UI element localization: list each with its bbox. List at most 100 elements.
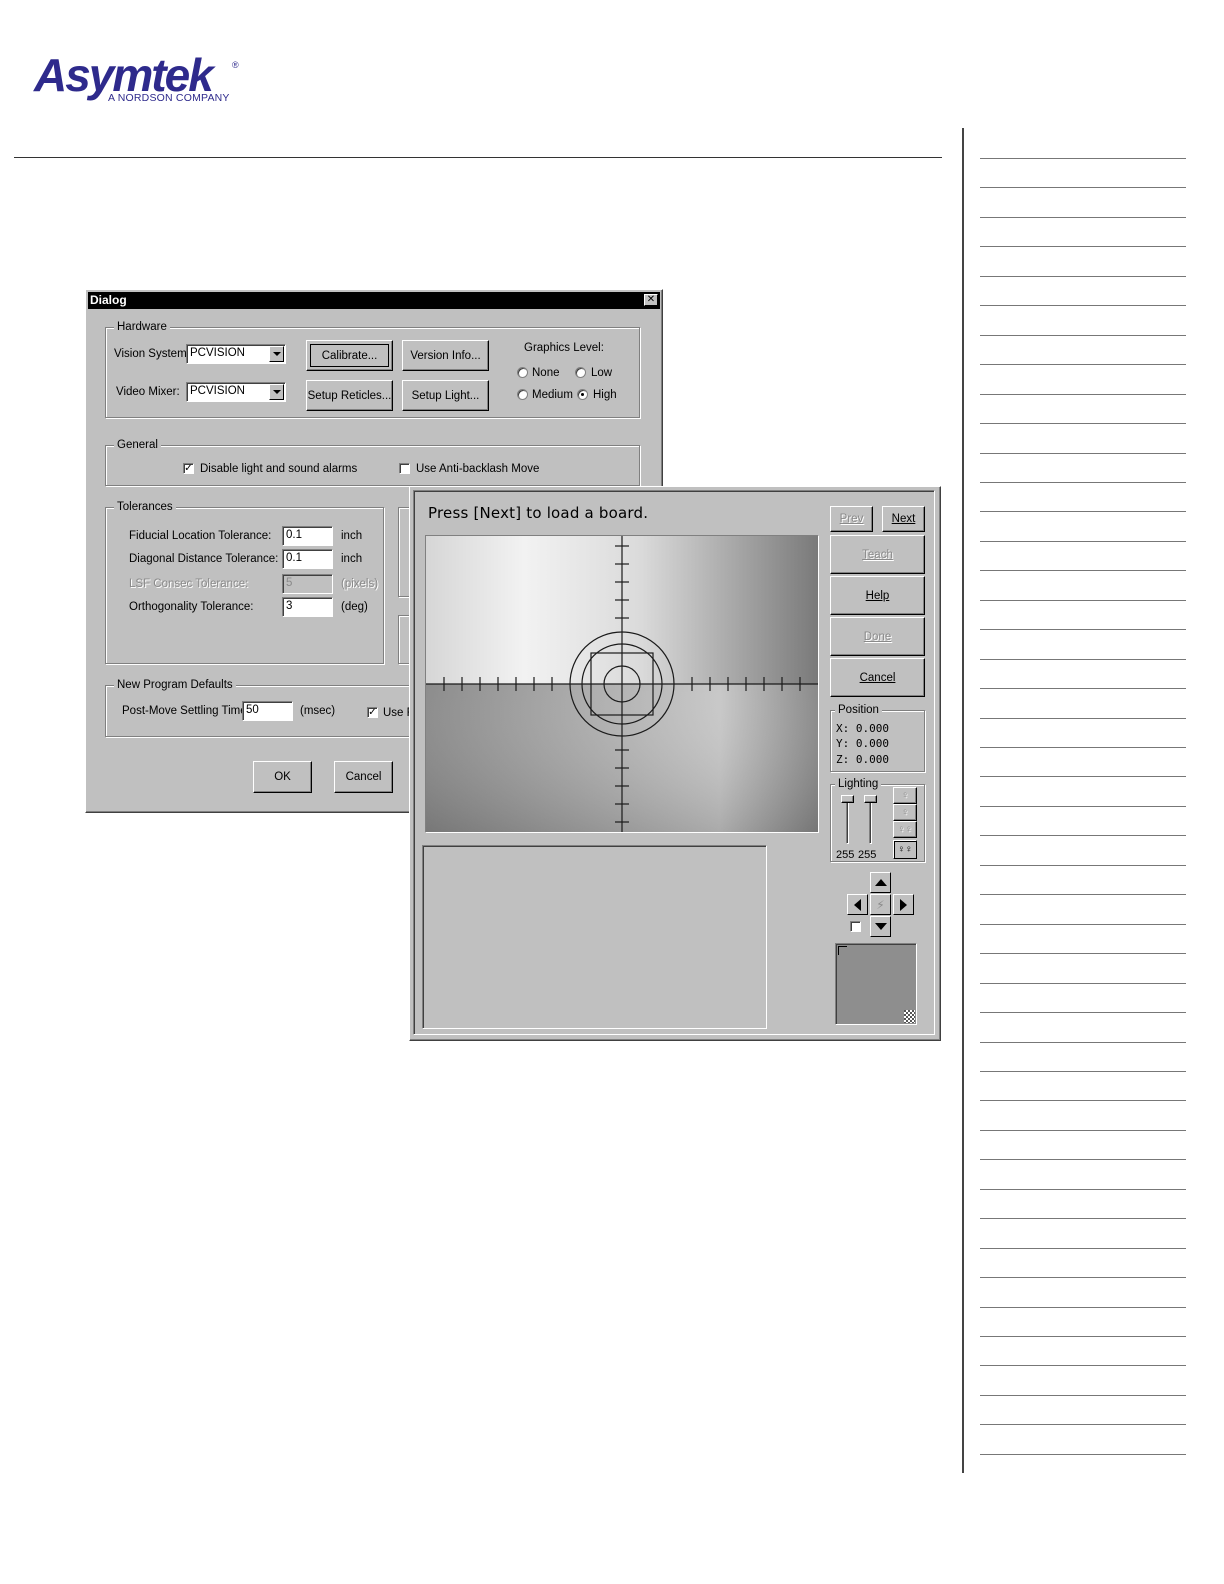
note-line [980,688,1186,690]
dropdown-arrow-icon[interactable] [269,346,284,362]
note-line [980,747,1186,748]
use-option-checkbox[interactable]: ✓ [367,707,378,718]
cancel-teach-button[interactable]: Cancel [830,658,925,697]
resize-grip-icon[interactable] [904,1010,915,1023]
asymtek-logo: Asymtek ® A NORDSON COMPANY [34,52,254,108]
light-bulb-icon[interactable]: ♀♀ [893,840,917,859]
anti-backlash-label: Use Anti-backlash Move [416,463,540,475]
lighting-slider-1-thumb[interactable] [841,795,854,803]
dropdown-arrow-icon[interactable] [269,384,284,400]
version-info-button[interactable]: Version Info... [402,340,489,371]
new-program-defaults-label: New Program Defaults [114,678,236,692]
camera-view[interactable] [425,535,819,833]
note-line [980,1365,1186,1367]
light-bulb-icon[interactable]: ♀ [893,787,917,804]
note-line [980,805,1186,807]
message-area [422,845,767,1029]
note-line [980,776,1186,778]
video-mixer-value: PCVISION [190,385,245,397]
diagonal-tolerance-input[interactable]: 0.1 [282,549,333,569]
calibrate-button[interactable]: Calibrate... [306,340,393,371]
note-line [980,1041,1186,1043]
light-bulb-icon[interactable]: ♀ [893,804,917,821]
close-icon[interactable]: ✕ [644,294,658,306]
hardware-group-label: Hardware [114,320,170,334]
orthogonality-tolerance-input[interactable]: 3 [282,597,333,617]
note-line [980,481,1186,483]
diagonal-tolerance-label: Diagonal Distance Tolerance: [129,553,279,565]
anti-backlash-checkbox[interactable] [399,463,410,474]
tolerances-group-label: Tolerances [114,500,176,514]
note-line [980,216,1186,218]
note-line [980,423,1186,425]
fiducial-tolerance-input[interactable]: 0.1 [282,526,333,546]
logo-registered-mark: ® [232,60,239,70]
graphics-level-label: Graphics Level: [524,342,604,354]
note-line [980,305,1186,307]
graphics-low-label: Low [591,367,613,379]
lsf-tolerance-unit: (pixels) [341,578,379,590]
graphics-medium-label: Medium [532,389,573,401]
next-button[interactable]: Next [882,506,925,532]
note-line [980,187,1186,189]
graphics-low-radio[interactable] [575,367,586,378]
general-group-label: General [114,438,161,452]
note-line [980,1306,1186,1308]
arrow-right-icon[interactable] [893,894,914,915]
orthogonality-tolerance-unit: (deg) [341,601,368,613]
vision-system-select[interactable]: PCVISION [186,344,286,364]
jog-option-checkbox[interactable] [850,921,861,932]
note-line [980,1100,1186,1102]
cancel-button[interactable]: Cancel [334,761,393,793]
note-line [980,629,1186,631]
done-button: Done [830,617,925,656]
help-button[interactable]: Help [830,576,925,615]
note-line [980,1129,1186,1131]
light-bulb-icon[interactable]: ♀♀ [893,821,917,838]
teach-prompt: Press [Next] to load a board. [428,504,649,522]
vision-system-value: PCVISION [190,347,245,359]
note-line [980,599,1186,601]
teach-button: Teach [830,535,925,574]
note-line [980,334,1186,336]
crosshair-reticle-icon [426,536,818,832]
arrow-up-icon[interactable] [870,872,891,893]
ok-button[interactable]: OK [253,761,312,793]
note-line [980,835,1186,837]
note-line [980,1070,1186,1072]
center-icon: ⚡ [870,894,891,915]
graphics-medium-radio[interactable] [517,389,528,400]
disable-alarms-checkbox[interactable]: ✓ [183,463,194,474]
graphics-high-radio[interactable] [577,389,588,400]
note-line [980,393,1186,395]
margin-divider [962,128,964,1473]
note-line [980,1277,1186,1279]
graphics-none-radio[interactable] [517,367,528,378]
note-line [980,1394,1186,1396]
lighting-value-2: 255 [858,849,877,861]
note-line [980,158,1186,159]
note-line [980,953,1186,955]
arrow-left-icon[interactable] [847,894,868,915]
preview-thumbnail [835,943,917,1025]
arrow-down-icon[interactable] [870,916,891,937]
setup-light-button[interactable]: Setup Light... [402,380,489,411]
video-mixer-select[interactable]: PCVISION [186,382,286,402]
lsf-tolerance-input: 5 [282,574,333,594]
note-line [980,864,1186,866]
prev-button: Prev [830,506,873,532]
lighting-group-label: Lighting [835,777,882,791]
note-line [980,658,1186,660]
note-line [980,717,1186,719]
note-line [980,364,1186,366]
note-line [980,1247,1186,1249]
vision-system-label: Vision System: [114,348,190,360]
setup-reticles-button[interactable]: Setup Reticles... [306,380,393,411]
note-line [980,982,1186,984]
lighting-slider-2-thumb[interactable] [864,795,877,803]
note-line [980,540,1186,542]
dialog-titlebar: Dialog ✕ [88,292,660,309]
settling-time-input[interactable]: 50 [242,701,293,721]
graphics-high-label: High [593,389,617,401]
note-line [980,452,1186,454]
